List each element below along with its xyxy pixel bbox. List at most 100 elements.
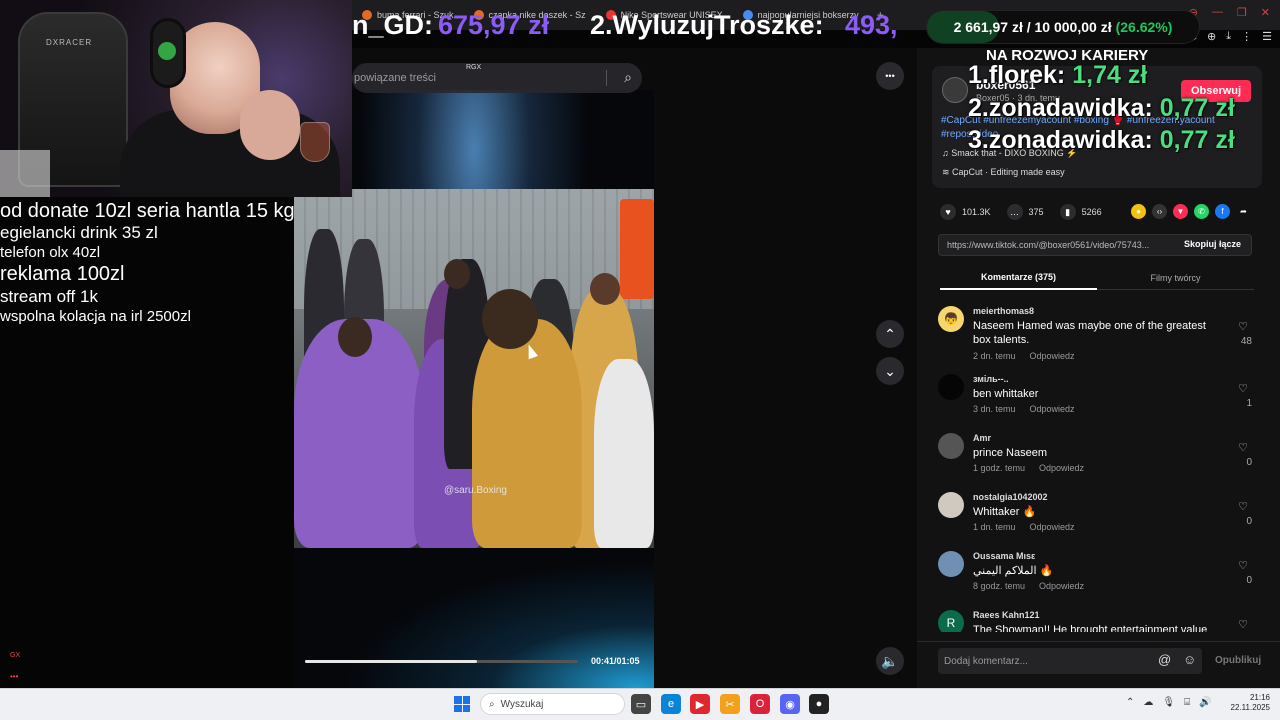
youtube-icon[interactable]: ▶	[690, 694, 710, 714]
copy-link-button[interactable]: Skopiuj łącze	[1184, 239, 1241, 249]
video-frame-image: @saru.Boxing	[294, 189, 654, 548]
comment-like-button[interactable]: ♡	[1236, 382, 1250, 395]
commenter-avatar[interactable]	[938, 551, 964, 577]
search-icon[interactable]: ⌕	[624, 69, 632, 86]
comment-like-button[interactable]: ♡	[1236, 559, 1250, 572]
comment-meta: 8 godz. temu Odpowiedz	[973, 581, 1084, 591]
bookmark-icon: ▮	[1059, 204, 1076, 220]
whatsapp-icon[interactable]: ✆	[1194, 204, 1209, 219]
donation-rule: egielancki drink 35 zl	[0, 223, 158, 243]
system-tray: ⌃ ☁ 🎙 ⌸ 🔊	[1126, 697, 1212, 708]
second-donor-amount: 493,	[845, 10, 898, 40]
commenter-name[interactable]: Oussama Mısε	[973, 551, 1035, 561]
comments-list[interactable]: 👦 meierthomas8 Naseem Hamed was maybe one …	[938, 300, 1258, 632]
comment-like-count: 0	[1246, 457, 1252, 468]
comment-like-button[interactable]: ♡	[1236, 618, 1250, 631]
more-options-button[interactable]: •••	[876, 62, 904, 90]
emoji-icon[interactable]: ☺	[1183, 652, 1196, 667]
reply-button[interactable]: Odpowiedz	[1030, 351, 1075, 361]
commenter-avatar[interactable]: R	[938, 610, 964, 632]
edge-icon[interactable]: e	[661, 694, 681, 714]
minimize-icon[interactable]: —	[1212, 6, 1223, 19]
commenter-name[interactable]: зміль--..	[973, 374, 1009, 384]
comment-item: Oussama Mısε الملاكم اليمني 🔥 8 godz. temu…	[938, 545, 1258, 604]
like-stat[interactable]: ♥ 101.3K	[940, 204, 991, 220]
snipping-tool-icon[interactable]: ✂	[720, 694, 740, 714]
ranking-label: 1.florek:	[968, 61, 1066, 89]
browser-toolbar-icons: ⬡⊕⤓⋮☰	[1187, 30, 1272, 43]
app-icon[interactable]: ●	[809, 694, 829, 714]
video-progress-bar[interactable]	[305, 660, 578, 663]
capcut-icon: ≋	[942, 167, 953, 177]
comment-stat[interactable]: … 375	[1006, 204, 1044, 220]
donation-rules-list: od donate 10zl seria hantla 15 kg egielan…	[0, 199, 295, 326]
taskbar-clock[interactable]: 21:16 22.11.2025	[1228, 693, 1270, 714]
close-icon[interactable]: ✕	[1261, 6, 1270, 19]
coin-icon[interactable]: ●	[1131, 204, 1146, 219]
video-url[interactable]: https://www.tiktok.com/@boxer0561/video/…	[947, 240, 1179, 250]
commenter-avatar[interactable]: 👦	[938, 306, 964, 332]
gx-mark: GX	[10, 652, 21, 659]
microphone-icon[interactable]: 🎙	[1162, 697, 1175, 708]
next-video-button[interactable]: ⌄	[876, 357, 904, 385]
comment-like-button[interactable]: ♡	[1236, 320, 1250, 333]
search-bar[interactable]: powiązane treści ⌕	[352, 63, 642, 93]
opera-icon[interactable]: O	[750, 694, 770, 714]
cloud-icon[interactable]: ☁	[1143, 697, 1153, 708]
author-avatar[interactable]	[942, 77, 968, 103]
commenter-avatar[interactable]	[938, 433, 964, 459]
commenter-avatar[interactable]	[938, 374, 964, 400]
tab-creator-videos[interactable]: Filmy twórcy	[1097, 266, 1254, 290]
send-icon[interactable]: ▼	[1173, 204, 1188, 219]
discord-icon[interactable]: ◉	[780, 694, 800, 714]
like-count: 101.3K	[962, 207, 991, 217]
comment-like-button[interactable]: ♡	[1236, 500, 1250, 513]
save-stat[interactable]: ▮ 5266	[1059, 204, 1102, 220]
comment-meta: 3 dn. temu Odpowiedz	[973, 404, 1075, 414]
maximize-icon[interactable]: ❐	[1237, 6, 1247, 19]
commenter-name[interactable]: Raees Kahn121	[973, 610, 1040, 620]
ranking-row: 3.zonadawidka: 0,77 zł	[968, 126, 1235, 155]
ranking-label: 3.zonadawidka:	[968, 126, 1153, 154]
task-view-icon[interactable]: ▭	[631, 694, 651, 714]
facebook-icon[interactable]: f	[1215, 204, 1230, 219]
reply-button[interactable]: Odpowiedz	[1030, 522, 1075, 532]
boxer-head	[482, 289, 538, 349]
menu-dots-icon[interactable]: ⋮	[1241, 30, 1252, 43]
headphone-logo	[158, 42, 176, 60]
save-count: 5266	[1081, 207, 1102, 217]
network-icon[interactable]: ⌸	[1184, 697, 1190, 708]
share-arrow-icon[interactable]: ➦	[1236, 204, 1251, 219]
capcut-row[interactable]: ≋ CapCut · Editing made easy	[942, 167, 1065, 178]
mention-icon[interactable]: @	[1158, 652, 1171, 667]
comment-time: 2 dn. temu	[973, 351, 1016, 361]
chevron-up-icon[interactable]: ⌃	[1126, 697, 1134, 708]
drink-glass	[300, 122, 330, 162]
previous-video-button[interactable]: ⌃	[876, 320, 904, 348]
commenter-avatar[interactable]	[938, 492, 964, 518]
search-input[interactable]: powiązane treści	[354, 72, 436, 84]
embed-icon[interactable]: ‹›	[1152, 204, 1167, 219]
commenter-name[interactable]: meierthomas8	[973, 306, 1034, 316]
commenter-name[interactable]: Amr	[973, 433, 991, 443]
reply-button[interactable]: Odpowiedz	[1039, 463, 1084, 473]
reply-button[interactable]: Odpowiedz	[1039, 581, 1084, 591]
reply-button[interactable]: Odpowiedz	[1030, 404, 1075, 414]
rgx-badge: RGX	[466, 64, 482, 71]
vpn-icon[interactable]: ⊕	[1207, 30, 1216, 43]
publish-button[interactable]: Opublikuj	[1215, 655, 1261, 666]
volume-button[interactable]: 🔈	[876, 647, 904, 675]
sidebar-icon[interactable]: ☰	[1262, 30, 1272, 43]
commenter-name[interactable]: nostalgia1042002	[973, 492, 1048, 502]
crowd-head	[590, 273, 620, 305]
donation-rule: od donate 10zl seria hantla 15 kg	[0, 200, 295, 222]
tab-comments[interactable]: Komentarze (375)	[940, 266, 1097, 290]
donation-rule: telefon olx 40zl	[0, 244, 101, 262]
taskbar-search[interactable]: ⌕ Wyszukaj	[480, 693, 625, 715]
chevron-down-icon: ⌄	[884, 362, 896, 379]
comment-like-button[interactable]: ♡	[1236, 441, 1250, 454]
volume-icon[interactable]: 🔊	[1199, 697, 1211, 708]
start-button[interactable]	[454, 696, 470, 712]
download-icon[interactable]: ⤓	[1226, 30, 1231, 43]
comment-time: 1 godz. temu	[973, 463, 1026, 473]
